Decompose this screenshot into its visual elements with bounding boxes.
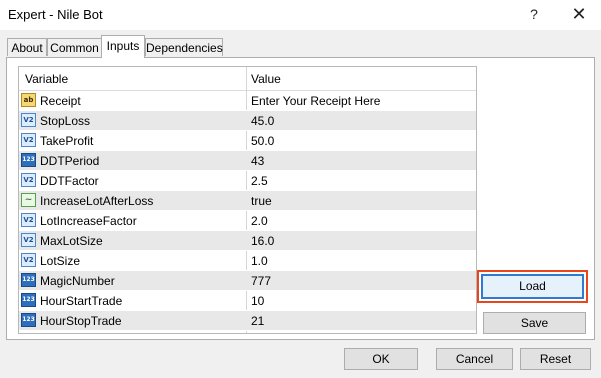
table-row[interactable]: ab Receipt Enter Your Receipt Here (19, 91, 476, 111)
integer-type-icon: 123 (21, 293, 36, 307)
variable-value[interactable]: true (251, 194, 272, 208)
help-icon[interactable]: ? (524, 3, 544, 25)
save-button[interactable]: Save (483, 312, 586, 334)
column-header-value[interactable]: Value (251, 72, 281, 86)
variable-name: IncreaseLotAfterLoss (40, 194, 154, 208)
table-row[interactable]: 123 HourStopTrade 21 (19, 311, 476, 331)
variable-name: LotIncreaseFactor (40, 214, 137, 228)
variable-value[interactable]: 16.0 (251, 234, 274, 248)
table-row[interactable]: V2 StopLoss 45.0 (19, 111, 476, 131)
ok-button[interactable]: OK (344, 348, 418, 370)
variable-value[interactable]: 10 (251, 294, 264, 308)
string-type-icon: ab (21, 93, 36, 107)
tab-dependencies[interactable]: Dependencies (145, 38, 223, 56)
variable-value[interactable]: 21 (251, 314, 264, 328)
inputs-tab-panel: Variable Value ab Receipt Enter Your Rec… (6, 57, 595, 340)
table-row[interactable]: ~ IncreaseLotAfterLoss true (19, 191, 476, 211)
table-row[interactable]: V2 LotSize 1.0 (19, 251, 476, 271)
grid-header: Variable Value (19, 67, 476, 91)
table-row[interactable]: 123 MagicNumber 777 (19, 271, 476, 291)
double-type-icon: V2 (21, 113, 36, 127)
variable-value[interactable]: 43 (251, 154, 264, 168)
window-title: Expert - Nile Bot (8, 7, 103, 22)
variable-name: MagicNumber (40, 274, 115, 288)
double-type-icon: V2 (21, 213, 36, 227)
variable-name: DDTPeriod (40, 154, 100, 168)
boolean-type-icon: ~ (21, 193, 36, 207)
variable-value[interactable]: 2.0 (251, 214, 268, 228)
integer-type-icon: 123 (21, 313, 36, 327)
variable-name: LotSize (40, 254, 81, 268)
variable-value[interactable]: 1.0 (251, 254, 268, 268)
variable-value[interactable]: 2.5 (251, 174, 268, 188)
table-row[interactable]: V2 DDTFactor 2.5 (19, 171, 476, 191)
double-type-icon: V2 (21, 253, 36, 267)
double-type-icon: V2 (21, 133, 36, 147)
tab-about[interactable]: About (7, 38, 47, 56)
table-row[interactable]: V2 TakeProfit 50.0 (19, 131, 476, 151)
variable-value[interactable]: 50.0 (251, 134, 274, 148)
load-button[interactable]: Load (481, 274, 584, 299)
variable-name: Receipt (40, 94, 81, 108)
variable-value[interactable]: 45.0 (251, 114, 274, 128)
variable-name: TakeProfit (40, 134, 94, 148)
table-row[interactable]: V2 LotIncreaseFactor 2.0 (19, 211, 476, 231)
reset-button[interactable]: Reset (520, 348, 591, 370)
column-header-variable[interactable]: Variable (25, 72, 68, 86)
variable-name: HourStopTrade (40, 314, 122, 328)
double-type-icon: V2 (21, 173, 36, 187)
variable-name: MaxLotSize (40, 234, 103, 248)
inputs-grid: Variable Value ab Receipt Enter Your Rec… (18, 66, 477, 334)
cancel-button[interactable]: Cancel (436, 348, 513, 370)
title-bar: Expert - Nile Bot ? ✕ (0, 0, 601, 30)
double-type-icon: V2 (21, 233, 36, 247)
integer-type-icon: 123 (21, 153, 36, 167)
variable-name: StopLoss (40, 114, 91, 128)
integer-type-icon: 123 (21, 273, 36, 287)
tab-inputs[interactable]: Inputs (101, 35, 145, 58)
tab-common[interactable]: Common (47, 38, 102, 56)
variable-name: DDTFactor (40, 174, 99, 188)
table-row[interactable]: V2 MaxLotSize 16.0 (19, 231, 476, 251)
variable-value[interactable]: 777 (251, 274, 271, 288)
variable-value[interactable]: Enter Your Receipt Here (251, 94, 380, 108)
table-row[interactable]: 123 DDTPeriod 43 (19, 151, 476, 171)
table-row[interactable]: 123 HourStartTrade 10 (19, 291, 476, 311)
close-icon[interactable]: ✕ (568, 3, 590, 25)
variable-name: HourStartTrade (40, 294, 123, 308)
